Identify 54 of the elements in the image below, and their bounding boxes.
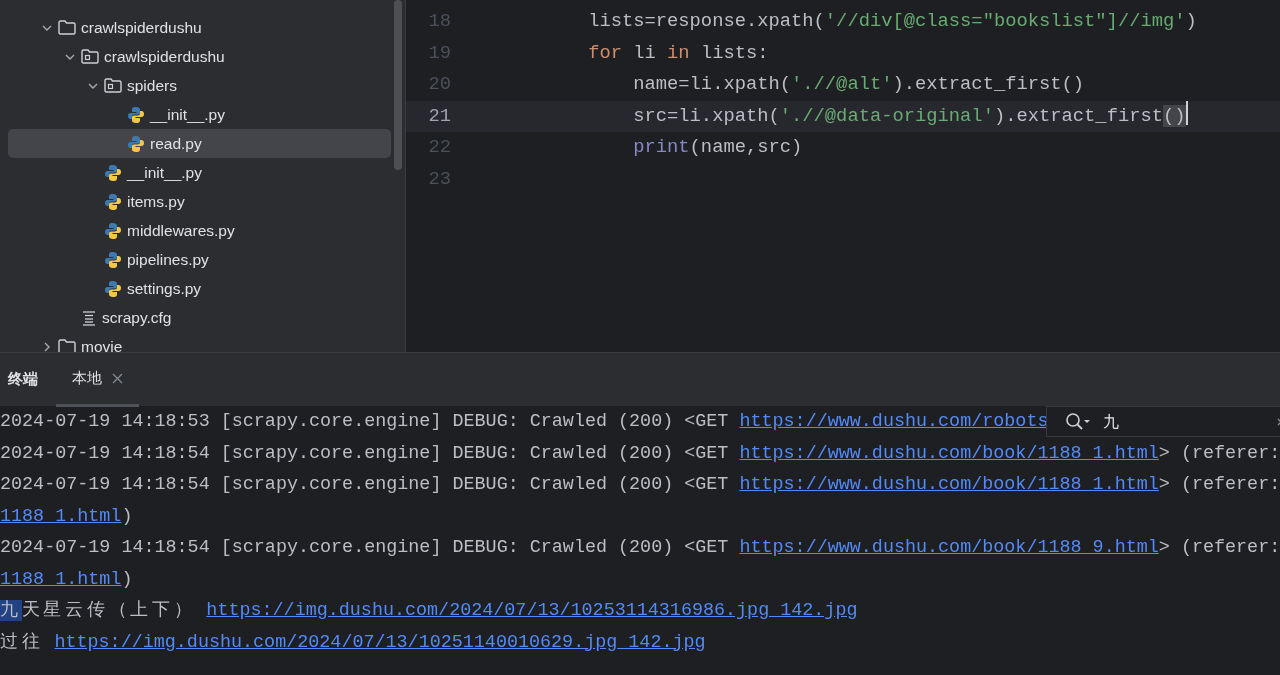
- log-link[interactable]: https://www.dushu.com/robots: [739, 411, 1049, 432]
- package-folder-icon: [81, 49, 99, 64]
- tree-item[interactable]: pipelines.py: [8, 245, 391, 274]
- python-file-icon: [104, 163, 122, 182]
- log-link[interactable]: https://www.dushu.com/book/1188_9.html: [739, 537, 1159, 558]
- text-cursor: [1185, 100, 1188, 125]
- terminal-line: 1188_1.html): [0, 504, 134, 529]
- folder-icon: [58, 339, 76, 352]
- panel-title: 终端: [8, 369, 38, 391]
- search-input[interactable]: 九: [1103, 409, 1253, 434]
- terminal-line: 2024-07-19 14:18:54 [scrapy.core.engine] DEBUG: Crawled (200) <GET https://www.dushu.com/book/1188_1.html> (referer:: [0, 473, 1280, 497]
- log-link[interactable]: https://img.dushu.com/2024/07/13/10253114316986.jpg_142.jpg: [206, 600, 858, 621]
- log-link[interactable]: https://img.dushu.com/2024/07/13/10251140010629.jpg_142.jpg: [54, 631, 706, 653]
- python-file-icon: [104, 221, 122, 240]
- tree-item[interactable]: items.py: [8, 187, 391, 216]
- tree-item[interactable]: __init__.py: [8, 100, 391, 129]
- tree-item[interactable]: middlewares.py: [8, 216, 391, 245]
- search-icon: [1065, 411, 1091, 432]
- log-link[interactable]: https://www.dushu.com/book/1188_1.html: [739, 442, 1159, 464]
- log-link[interactable]: https://www.dushu.com/book/1188_1.html: [739, 474, 1159, 495]
- code-line: name=li.xpath('.//@alt').extract_first(): [632, 72, 1085, 97]
- search-field[interactable]: 九: [1046, 406, 1280, 437]
- tree-item[interactable]: crawlspiderdushu: [8, 42, 391, 71]
- code-line: lists=response.xpath('//div[@class="bookslist"]//img'): [587, 9, 1197, 34]
- python-file-icon: [127, 105, 145, 124]
- tree-item[interactable]: spiders: [8, 71, 391, 100]
- log-link[interactable]: 1188_1.html: [0, 505, 122, 527]
- code-line: print(name,src): [632, 135, 803, 160]
- line-number: 21: [427, 103, 451, 129]
- terminal-line: 过往 https://img.dushu.com/2024/07/13/10251140010629.jpg_142.jpg: [0, 630, 707, 655]
- code-line: src=li.xpath('.//@data-original').extract_first(): [632, 103, 1186, 129]
- log-link[interactable]: 1188_1.html: [0, 568, 122, 590]
- python-file-icon: [127, 134, 145, 153]
- tree-item[interactable]: scrapy.cfg: [8, 303, 391, 332]
- tree-item[interactable]: crawlspiderdushu: [8, 13, 391, 42]
- tree-item[interactable]: read.py: [8, 129, 391, 158]
- python-file-icon: [104, 250, 122, 269]
- python-file-icon: [104, 279, 122, 298]
- terminal-line: 2024-07-19 14:18:54 [scrapy.core.engine] DEBUG: Crawled (200) <GET https://www.dushu.com/book/1188_1.html> (referer:: [0, 441, 1280, 466]
- terminal-line: 九 天星云传（上下） https://img.dushu.com/2024/07/13/10253114316986.jpg_142.jpg: [0, 599, 859, 623]
- text-file-icon: [81, 309, 97, 326]
- terminal-tab[interactable]: 本地: [56, 352, 139, 407]
- package-folder-icon: [104, 78, 122, 93]
- python-file-icon: [104, 192, 122, 211]
- tree-item[interactable]: movie: [8, 332, 391, 352]
- code-line: for li in lists:: [587, 40, 769, 66]
- folder-icon: [58, 20, 76, 35]
- terminal-line: 1188_1.html): [0, 567, 134, 592]
- terminal-line: 2024-07-19 14:18:54 [scrapy.core.engine] DEBUG: Crawled (200) <GET https://www.dushu.com/book/1188_9.html> (referer:: [0, 536, 1280, 560]
- close-icon: [112, 372, 123, 384]
- tree-item[interactable]: __init__.py: [8, 158, 391, 187]
- tree-item[interactable]: settings.py: [8, 274, 391, 303]
- scrollbar-thumb[interactable]: [394, 0, 402, 170]
- search-highlight: 九: [0, 600, 22, 621]
